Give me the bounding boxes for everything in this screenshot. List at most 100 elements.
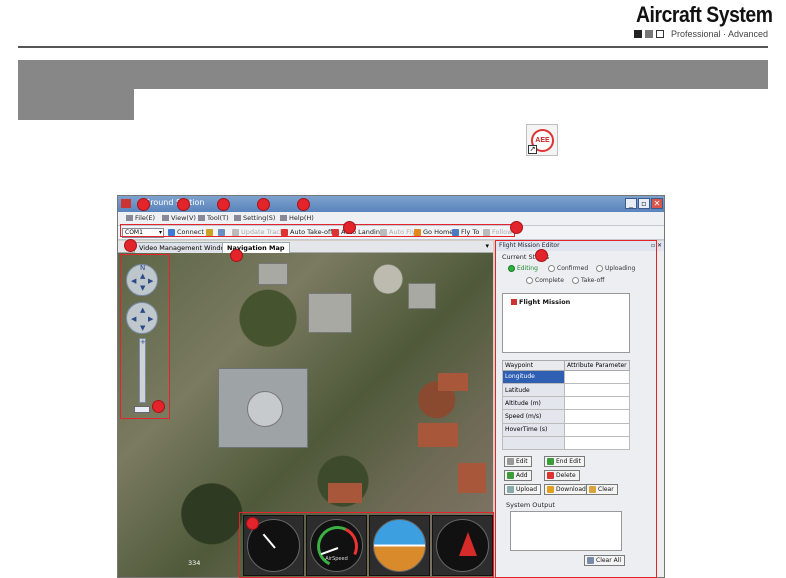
- menu-tool[interactable]: Tool(T): [198, 214, 229, 222]
- auto-fly-button[interactable]: Auto Fly: [380, 228, 416, 236]
- upload-button[interactable]: Upload: [504, 484, 542, 495]
- callout-marker: [124, 239, 137, 252]
- pan-right-icon[interactable]: ▶: [148, 277, 153, 285]
- current-status-group: Current Status Editing Confirmed Uploadi…: [502, 253, 635, 289]
- instrument-panel: AirSpeed: [240, 513, 493, 577]
- callout-marker: [343, 221, 356, 234]
- auto-landing-button[interactable]: Auto Landing: [332, 228, 384, 236]
- tool-icon: [198, 215, 205, 221]
- map-mosque: [218, 368, 308, 448]
- pan-up-icon[interactable]: ▲: [140, 272, 145, 280]
- zoom-knob[interactable]: [134, 406, 150, 413]
- grid-cell: [564, 435, 630, 451]
- grid-row-latitude[interactable]: Latitude: [502, 383, 565, 398]
- follow-button[interactable]: Follow: [483, 228, 512, 236]
- help-icon: [280, 215, 287, 221]
- port-select[interactable]: COM1: [122, 228, 164, 238]
- zoom-in-icon[interactable]: +: [140, 338, 146, 346]
- menu-setting[interactable]: Setting(S): [234, 214, 275, 222]
- rotate-right-icon[interactable]: ▶: [148, 315, 153, 323]
- rotate-control[interactable]: ▲ ◀ ▶ ▼: [126, 302, 158, 334]
- shortcut-arrow-icon: ↗: [528, 145, 537, 154]
- takeoff-icon: [281, 228, 288, 236]
- tab-video-management[interactable]: Video Management Window: [134, 242, 235, 253]
- download-button[interactable]: Download: [544, 484, 590, 495]
- grid-row-hovertime[interactable]: HoverTime (s): [502, 422, 565, 437]
- fly-to-button[interactable]: Fly To: [452, 228, 479, 236]
- grid-header-attribute: Attribute Parameter: [564, 360, 630, 371]
- status-confirmed: Confirmed: [548, 265, 588, 272]
- edit-button[interactable]: Edit: [504, 456, 532, 467]
- map-navigation-panel: N ▲ ◀ ▶ ▼ ▲ ◀ ▶ ▼ +: [121, 258, 169, 416]
- clear-button[interactable]: Clear: [586, 484, 618, 495]
- grid-row-altitude[interactable]: Altitude (m): [502, 396, 565, 411]
- menu-bar: File(E) View(V) Tool(T) Setting(S) Help(…: [118, 212, 664, 226]
- navigation-map[interactable]: N ▲ ◀ ▶ ▼ ▲ ◀ ▶ ▼ + 334 AirSpeed: [118, 253, 493, 577]
- brand-title: Aircraft System: [636, 2, 773, 27]
- add-button[interactable]: Add: [504, 470, 532, 481]
- clear-all-button[interactable]: Clear All: [584, 555, 626, 566]
- square-grey-icon: [644, 30, 653, 38]
- grid-cell[interactable]: [564, 396, 630, 411]
- delete-button[interactable]: Delete: [544, 470, 580, 481]
- app-small-icon: [121, 199, 131, 208]
- map-scale: 334: [188, 559, 201, 567]
- grid-header-waypoint: Waypoint: [502, 360, 565, 371]
- flight-mission-editor: Flight Mission Editor ▫ ✕ Current Status…: [495, 241, 664, 577]
- grid-cell[interactable]: [564, 422, 630, 437]
- system-output-box[interactable]: [510, 511, 622, 551]
- status-complete: Complete: [526, 277, 564, 284]
- mission-tree[interactable]: Flight Mission: [502, 293, 630, 353]
- open-button[interactable]: [206, 228, 215, 236]
- title-bar[interactable]: Ground Station _ ▫ ✕: [118, 196, 664, 212]
- airspeed-label: AirSpeed: [325, 556, 348, 562]
- square-white-icon: [655, 30, 664, 38]
- menu-help[interactable]: Help(H): [280, 214, 314, 222]
- section-band: [18, 60, 768, 89]
- brand-block: Aircraft System Professional · Advanced: [618, 2, 773, 39]
- current-status-title: Current Status: [502, 253, 550, 261]
- grid-row-speed[interactable]: Speed (m/s): [502, 409, 565, 424]
- tab-menu-icon[interactable]: ▾: [485, 242, 489, 250]
- grid-cell[interactable]: [564, 369, 630, 385]
- editor-title: Flight Mission Editor ▫ ✕: [496, 241, 664, 251]
- brand-subtitle: Professional · Advanced: [670, 29, 768, 39]
- tree-item-flight-mission[interactable]: Flight Mission: [511, 298, 570, 306]
- grid-cell[interactable]: [564, 383, 630, 398]
- minimize-button[interactable]: _: [625, 198, 637, 209]
- connect-button[interactable]: Connect: [168, 228, 204, 236]
- pan-control[interactable]: N ▲ ◀ ▶ ▼: [126, 264, 158, 296]
- status-editing: Editing: [508, 265, 538, 272]
- auto-takeoff-button[interactable]: Auto Take-off: [281, 228, 333, 236]
- map-building: [408, 283, 436, 309]
- maximize-button[interactable]: ▫: [638, 198, 650, 209]
- save-button[interactable]: [218, 228, 227, 236]
- map-building: [258, 263, 288, 285]
- menu-file[interactable]: File(E): [126, 214, 155, 222]
- rotate-up-icon[interactable]: ▲: [140, 306, 145, 314]
- pan-down-icon[interactable]: ▼: [140, 284, 145, 292]
- grid-row-longitude[interactable]: Longitude: [502, 369, 565, 385]
- update-track-button[interactable]: Update Track: [232, 228, 284, 236]
- editor-pin-close[interactable]: ▫ ✕: [651, 241, 662, 251]
- go-home-button[interactable]: Go Home: [414, 228, 453, 236]
- section-band-tab: [18, 89, 134, 120]
- callout-marker: [217, 198, 230, 211]
- heading-indicator: [432, 515, 493, 576]
- landing-icon: [332, 228, 339, 236]
- north-label: N: [140, 264, 146, 272]
- rotate-down-icon[interactable]: ▼: [140, 324, 145, 332]
- menu-view[interactable]: View(V): [162, 214, 196, 222]
- view-icon: [162, 215, 169, 221]
- track-icon: [232, 228, 239, 236]
- rotate-left-icon[interactable]: ◀: [131, 315, 136, 323]
- end-edit-button[interactable]: End Edit: [544, 456, 585, 467]
- ground-station-shortcut-icon[interactable]: AEE ↗: [526, 124, 558, 156]
- zoom-slider[interactable]: +: [139, 338, 146, 403]
- airspeed-face: AirSpeed: [310, 519, 364, 573]
- close-button[interactable]: ✕: [651, 198, 663, 209]
- pan-left-icon[interactable]: ◀: [131, 277, 136, 285]
- grid-cell[interactable]: [564, 409, 630, 424]
- status-uploading: Uploading: [596, 265, 635, 272]
- heading-arrow-icon: [459, 532, 477, 556]
